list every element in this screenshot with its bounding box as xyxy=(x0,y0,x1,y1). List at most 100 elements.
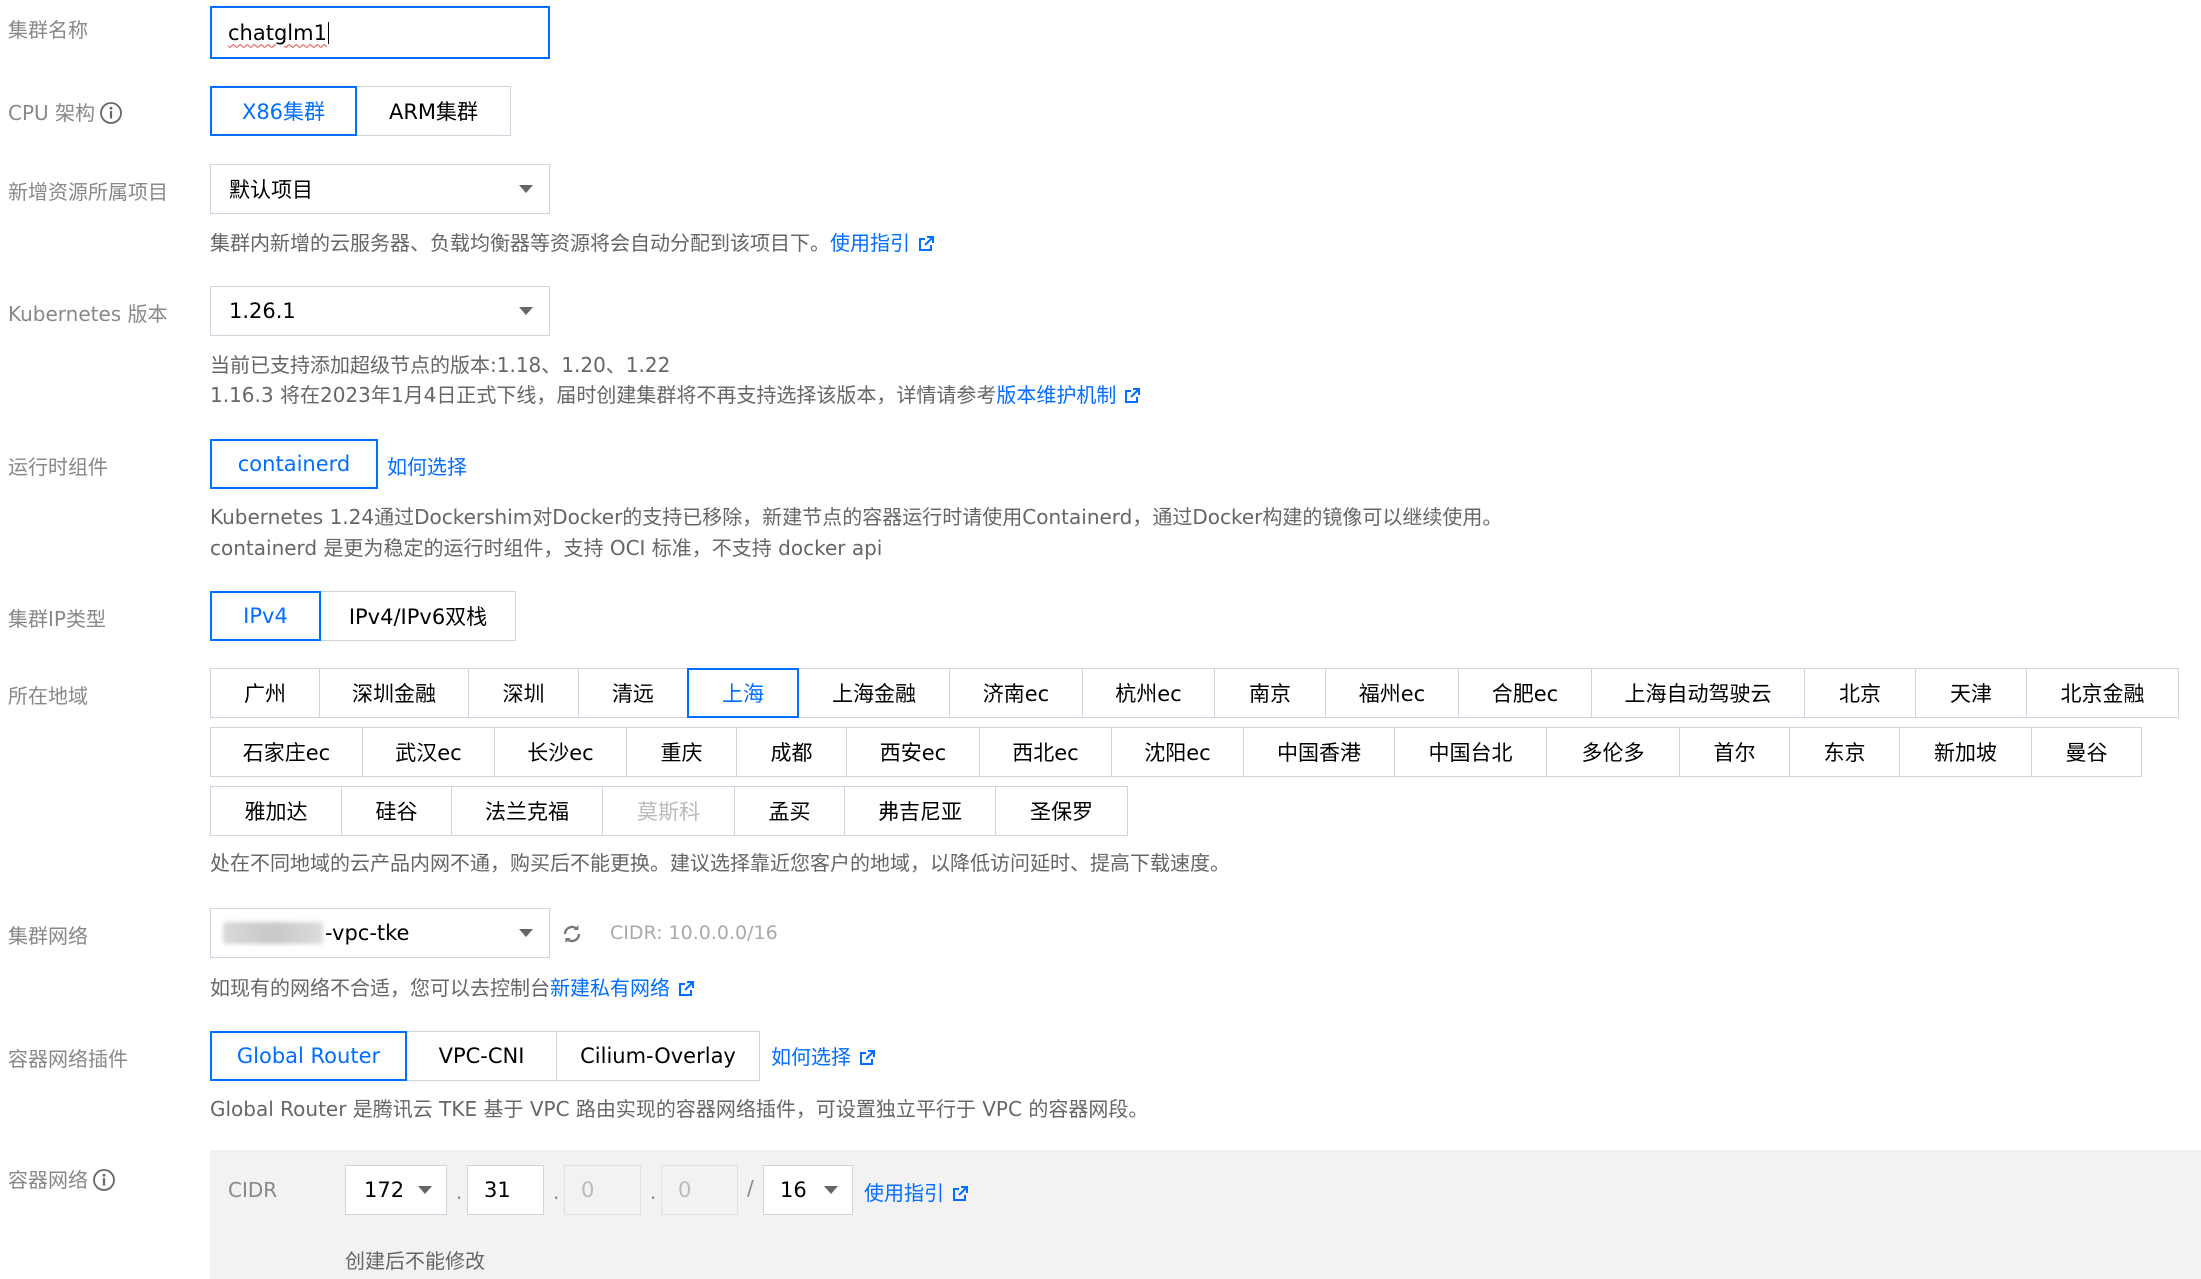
plugin-global-router-option[interactable]: Global Router xyxy=(210,1031,407,1081)
cidr-octet1-value: 172 xyxy=(364,1178,405,1202)
region-option[interactable]: 福州ec xyxy=(1325,668,1459,718)
region-option[interactable]: 合肥ec xyxy=(1458,668,1592,718)
chevron-down-icon xyxy=(519,185,533,193)
network-plugin-label: 容器网络插件 xyxy=(8,1047,128,1071)
region-option[interactable]: 武汉ec xyxy=(362,727,495,777)
external-link-icon[interactable] xyxy=(1124,388,1141,404)
k8s-version-label: Kubernetes 版本 xyxy=(8,302,168,326)
region-option[interactable]: 东京 xyxy=(1789,727,1900,777)
cidr-octet2-input[interactable]: 31 xyxy=(467,1165,544,1215)
cidr-octet4-input: 0 xyxy=(661,1165,738,1215)
chevron-down-icon xyxy=(824,1186,838,1194)
info-icon[interactable] xyxy=(92,1168,116,1192)
region-option[interactable]: 新加坡 xyxy=(1899,727,2032,777)
plugin-how-link[interactable]: 如何选择 xyxy=(771,1045,851,1069)
region-option[interactable]: 法兰克福 xyxy=(451,786,603,836)
cidr-mask-select[interactable]: 16 xyxy=(763,1165,853,1215)
region-option[interactable]: 清远 xyxy=(578,668,688,718)
text-cursor xyxy=(327,21,329,44)
region-option-selected[interactable]: 上海 xyxy=(687,668,799,718)
create-vpc-link[interactable]: 新建私有网络 xyxy=(550,976,670,1000)
region-option[interactable]: 弗吉尼亚 xyxy=(844,786,996,836)
cidr-label: CIDR xyxy=(228,1178,278,1202)
region-option[interactable]: 重庆 xyxy=(626,727,737,777)
region-option[interactable]: 成都 xyxy=(736,727,847,777)
cluster-name-input[interactable]: chatglm1 xyxy=(210,6,550,59)
runtime-help-2: containerd 是更为稳定的运行时组件，支持 OCI 标准，不支持 doc… xyxy=(210,536,883,560)
vpc-cidr: CIDR: 10.0.0.0/16 xyxy=(610,922,778,944)
region-option[interactable]: 曼谷 xyxy=(2031,727,2142,777)
region-option[interactable]: 石家庄ec xyxy=(210,727,363,777)
k8s-version-help-2-text: 1.16.3 将在2023年1月4日正式下线，届时创建集群将不再支持选择该版本，… xyxy=(210,383,997,407)
region-option[interactable]: 孟买 xyxy=(734,786,845,836)
region-help: 处在不同地域的云产品内网不通，购买后不能更换。建议选择靠近您客户的地域，以降低访… xyxy=(210,851,1230,875)
external-link-icon[interactable] xyxy=(859,1050,875,1066)
project-select[interactable]: 默认项目 xyxy=(210,164,550,214)
vpc-help: 如现有的网络不合适，您可以去控制台新建私有网络 xyxy=(210,973,694,1003)
plugin-how-container: 如何选择 xyxy=(771,1041,875,1070)
cidr-mask-value: 16 xyxy=(780,1178,807,1202)
region-option[interactable]: 北京金融 xyxy=(2026,668,2179,718)
runtime-help-1: Kubernetes 1.24通过Dockershim对Docker的支持已移除… xyxy=(210,505,1503,529)
info-icon[interactable] xyxy=(99,101,123,125)
region-option[interactable]: 杭州ec xyxy=(1082,668,1215,718)
region-option[interactable]: 硅谷 xyxy=(341,786,452,836)
region-option[interactable]: 多伦多 xyxy=(1546,727,1680,777)
k8s-version-help-2: 1.16.3 将在2023年1月4日正式下线，届时创建集群将不再支持选择该版本，… xyxy=(210,380,1141,410)
cidr-dot: . xyxy=(456,1180,463,1204)
plugin-vpc-cni-option[interactable]: VPC-CNI xyxy=(406,1031,557,1081)
cidr-octet3-input: 0 xyxy=(564,1165,641,1215)
cidr-octet1-select[interactable]: 172 xyxy=(345,1165,447,1215)
region-option[interactable]: 首尔 xyxy=(1679,727,1790,777)
region-option[interactable]: 西北ec xyxy=(979,727,1112,777)
cidr-guide-link[interactable]: 使用指引 xyxy=(864,1181,944,1205)
project-guide-link[interactable]: 使用指引 xyxy=(830,231,910,255)
vpc-label: 集群网络 xyxy=(8,924,88,948)
region-row-2: 石家庄ec 武汉ec 长沙ec 重庆 成都 西安ec 西北ec 沈阳ec 中国香… xyxy=(210,727,2142,777)
runtime-selector: containerd xyxy=(210,439,378,489)
region-option[interactable]: 中国香港 xyxy=(1243,727,1395,777)
cpu-arch-selector: X86集群 ARM集群 xyxy=(210,86,511,136)
cluster-name-label: 集群名称 xyxy=(8,18,88,42)
k8s-version-select[interactable]: 1.26.1 xyxy=(210,286,550,336)
runtime-label: 运行时组件 xyxy=(8,455,108,479)
region-option[interactable]: 长沙ec xyxy=(494,727,627,777)
region-option[interactable]: 济南ec xyxy=(949,668,1083,718)
container-network-panel: CIDR 172 . 31 . 0 . 0 / 16 使用指引 创建后不能修改 xyxy=(210,1150,2201,1279)
external-link-icon[interactable] xyxy=(678,981,694,997)
region-option[interactable]: 广州 xyxy=(210,668,320,718)
region-row-3: 雅加达 硅谷 法兰克福 莫斯科 孟买 弗吉尼亚 圣保罗 xyxy=(210,786,1128,836)
runtime-how-link[interactable]: 如何选择 xyxy=(387,451,467,480)
ip-type-dual-stack-option[interactable]: IPv4/IPv6双栈 xyxy=(320,591,516,641)
cpu-arch-arm-option[interactable]: ARM集群 xyxy=(356,86,511,136)
cidr-note: 创建后不能修改 xyxy=(345,1249,485,1273)
chevron-down-icon xyxy=(418,1186,432,1194)
plugin-cilium-overlay-option[interactable]: Cilium-Overlay xyxy=(556,1031,760,1081)
network-plugin-selector: Global Router VPC-CNI Cilium-Overlay xyxy=(210,1031,760,1081)
cidr-slash: / xyxy=(747,1176,754,1200)
refresh-icon[interactable] xyxy=(560,922,584,946)
region-option[interactable]: 圣保罗 xyxy=(995,786,1128,836)
region-option[interactable]: 西安ec xyxy=(846,727,980,777)
vpc-select[interactable]: -vpc-tke xyxy=(210,908,550,958)
region-option[interactable]: 上海金融 xyxy=(798,668,950,718)
region-option[interactable]: 深圳 xyxy=(468,668,579,718)
region-row-1: 广州 深圳金融 深圳 清远 上海 上海金融 济南ec 杭州ec 南京 福州ec … xyxy=(210,668,2179,718)
external-link-icon[interactable] xyxy=(952,1186,968,1202)
ip-type-selector: IPv4 IPv4/IPv6双栈 xyxy=(210,591,516,641)
region-option[interactable]: 南京 xyxy=(1214,668,1326,718)
cpu-arch-x86-option[interactable]: X86集群 xyxy=(210,86,357,136)
ip-type-ipv4-option[interactable]: IPv4 xyxy=(210,591,321,641)
region-option[interactable]: 雅加达 xyxy=(210,786,342,836)
region-option[interactable]: 北京 xyxy=(1804,668,1916,718)
region-option[interactable]: 上海自动驾驶云 xyxy=(1591,668,1805,718)
runtime-containerd-option[interactable]: containerd xyxy=(210,439,378,489)
version-maintenance-link[interactable]: 版本维护机制 xyxy=(996,383,1116,407)
region-option[interactable]: 深圳金融 xyxy=(319,668,469,718)
project-help-text: 集群内新增的云服务器、负载均衡器等资源将会自动分配到该项目下。 xyxy=(210,231,830,255)
cidr-dot: . xyxy=(650,1180,657,1204)
region-option[interactable]: 天津 xyxy=(1915,668,2027,718)
region-option[interactable]: 中国台北 xyxy=(1394,727,1547,777)
external-link-icon[interactable] xyxy=(918,236,934,252)
region-option[interactable]: 沈阳ec xyxy=(1111,727,1244,777)
